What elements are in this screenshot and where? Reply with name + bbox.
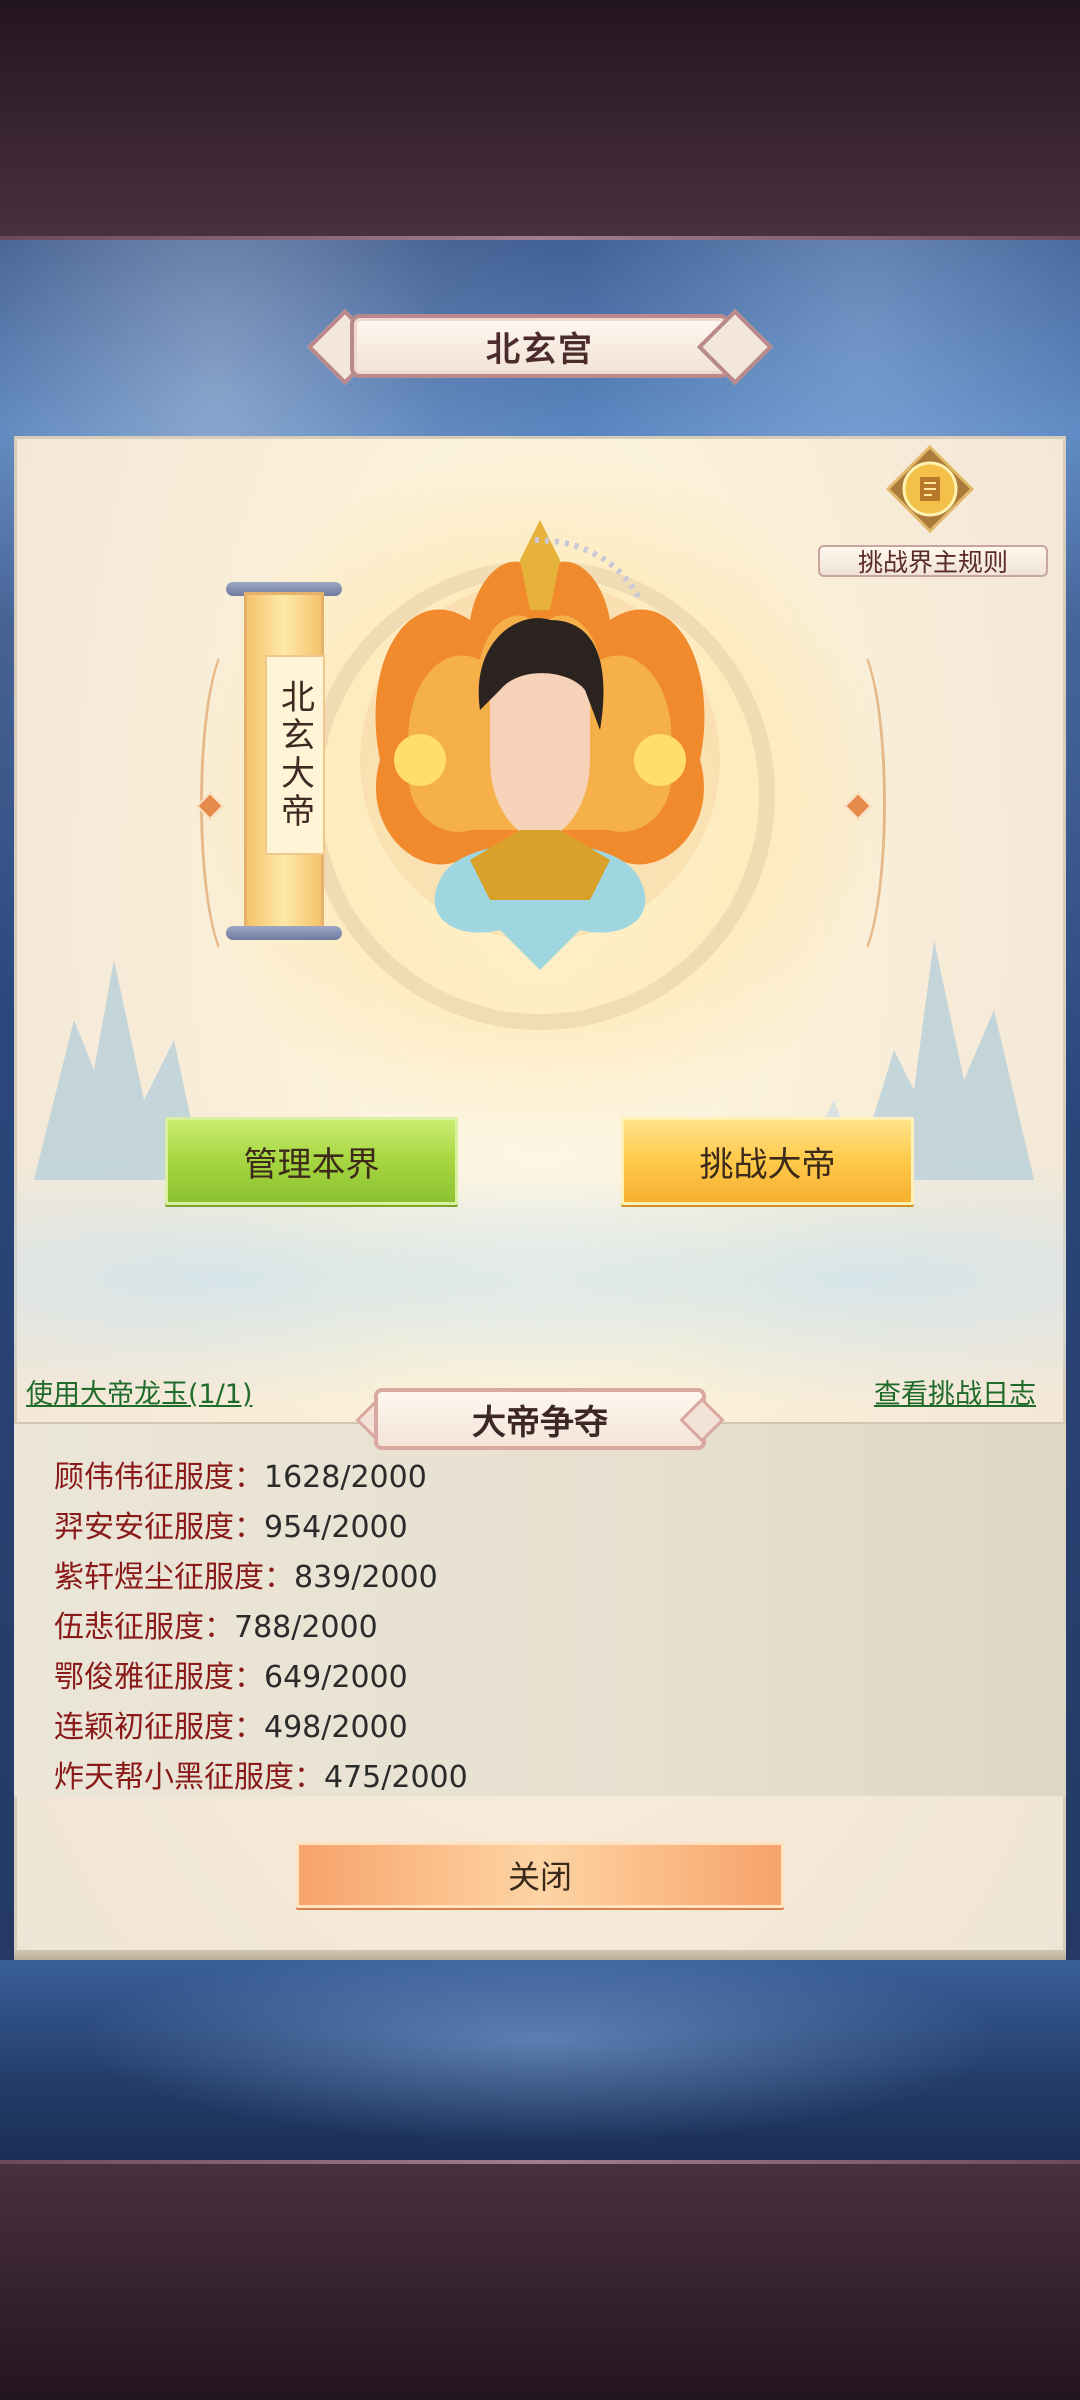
challenge-rules-button[interactable]: 挑战界主规则	[808, 445, 1058, 585]
contest-row: 紫轩煜尘征服度：839/2000	[54, 1558, 438, 1598]
contest-row: 伍悲征服度：788/2000	[54, 1608, 378, 1648]
panel-bottom-border	[14, 1950, 1066, 1960]
contest-score: 839/2000	[294, 1560, 438, 1595]
contest-row: 鄂俊雅征服度：649/2000	[54, 1658, 408, 1698]
contest-score: 498/2000	[264, 1710, 408, 1745]
scroll-rod-bottom	[226, 926, 342, 940]
bottom-divider	[0, 2160, 1080, 2164]
contest-score: 475/2000	[324, 1760, 468, 1795]
contest-label: 征服度：	[144, 1660, 264, 1695]
contest-name: 连颖初	[54, 1710, 144, 1745]
contest-name: 顾伟伟	[54, 1460, 144, 1495]
contest-list: 顾伟伟征服度：1628/2000 羿安安征服度：954/2000 紫轩煜尘征服度…	[14, 1422, 1066, 1796]
manage-realm-button[interactable]: 管理本界	[165, 1117, 458, 1205]
scroll-body: 北玄大帝	[244, 592, 325, 932]
top-frame	[0, 0, 1080, 240]
contest-score: 1628/2000	[264, 1460, 427, 1495]
contest-score: 788/2000	[234, 1610, 378, 1645]
contest-header: 大帝争夺	[355, 1388, 725, 1450]
contest-row: 羿安安征服度：954/2000	[54, 1508, 408, 1548]
rules-label-bar: 挑战界主规则	[808, 541, 1058, 581]
scroll-inner: 北玄大帝	[265, 655, 325, 855]
view-challenge-log-link[interactable]: 查看挑战日志	[874, 1372, 1036, 1411]
contest-label: 征服度：	[144, 1510, 264, 1545]
contest-row: 炸天帮小黑征服度：475/2000	[54, 1758, 468, 1798]
rules-label: 挑战界主规则	[857, 548, 1008, 577]
contest-name: 炸天帮小黑	[54, 1760, 204, 1795]
scroll-medal-icon	[886, 445, 974, 533]
sky-bottom	[0, 1960, 1080, 2160]
contest-name: 羿安安	[54, 1510, 144, 1545]
emperor-portrait[interactable]	[320, 500, 760, 980]
emperor-title: 北玄大帝	[274, 679, 315, 831]
contest-label: 征服度：	[114, 1610, 234, 1645]
contest-score: 954/2000	[264, 1510, 408, 1545]
contest-score: 649/2000	[264, 1660, 408, 1695]
contest-name: 伍悲	[54, 1610, 114, 1645]
challenge-emperor-button[interactable]: 挑战大帝	[621, 1117, 914, 1205]
close-button[interactable]: 关闭	[296, 1842, 784, 1908]
palace-title: 北玄宫	[486, 329, 594, 370]
contest-name: 鄂俊雅	[54, 1660, 144, 1695]
contest-label: 征服度：	[144, 1710, 264, 1745]
contest-label: 征服度：	[174, 1560, 294, 1595]
bottom-frame	[0, 2160, 1080, 2400]
use-dragon-jade-link[interactable]: 使用大帝龙玉(1/1)	[26, 1372, 253, 1411]
contest-label: 征服度：	[144, 1460, 264, 1495]
contest-title: 大帝争夺	[472, 1402, 608, 1443]
contest-label: 征服度：	[204, 1760, 324, 1795]
contest-name: 紫轩煜尘	[54, 1560, 174, 1595]
emperor-name-scroll: 北玄大帝	[226, 582, 342, 942]
contest-row: 顾伟伟征服度：1628/2000	[54, 1458, 427, 1498]
palace-title-plate: 北玄宫	[306, 308, 774, 386]
contest-row: 连颖初征服度：498/2000	[54, 1708, 408, 1748]
